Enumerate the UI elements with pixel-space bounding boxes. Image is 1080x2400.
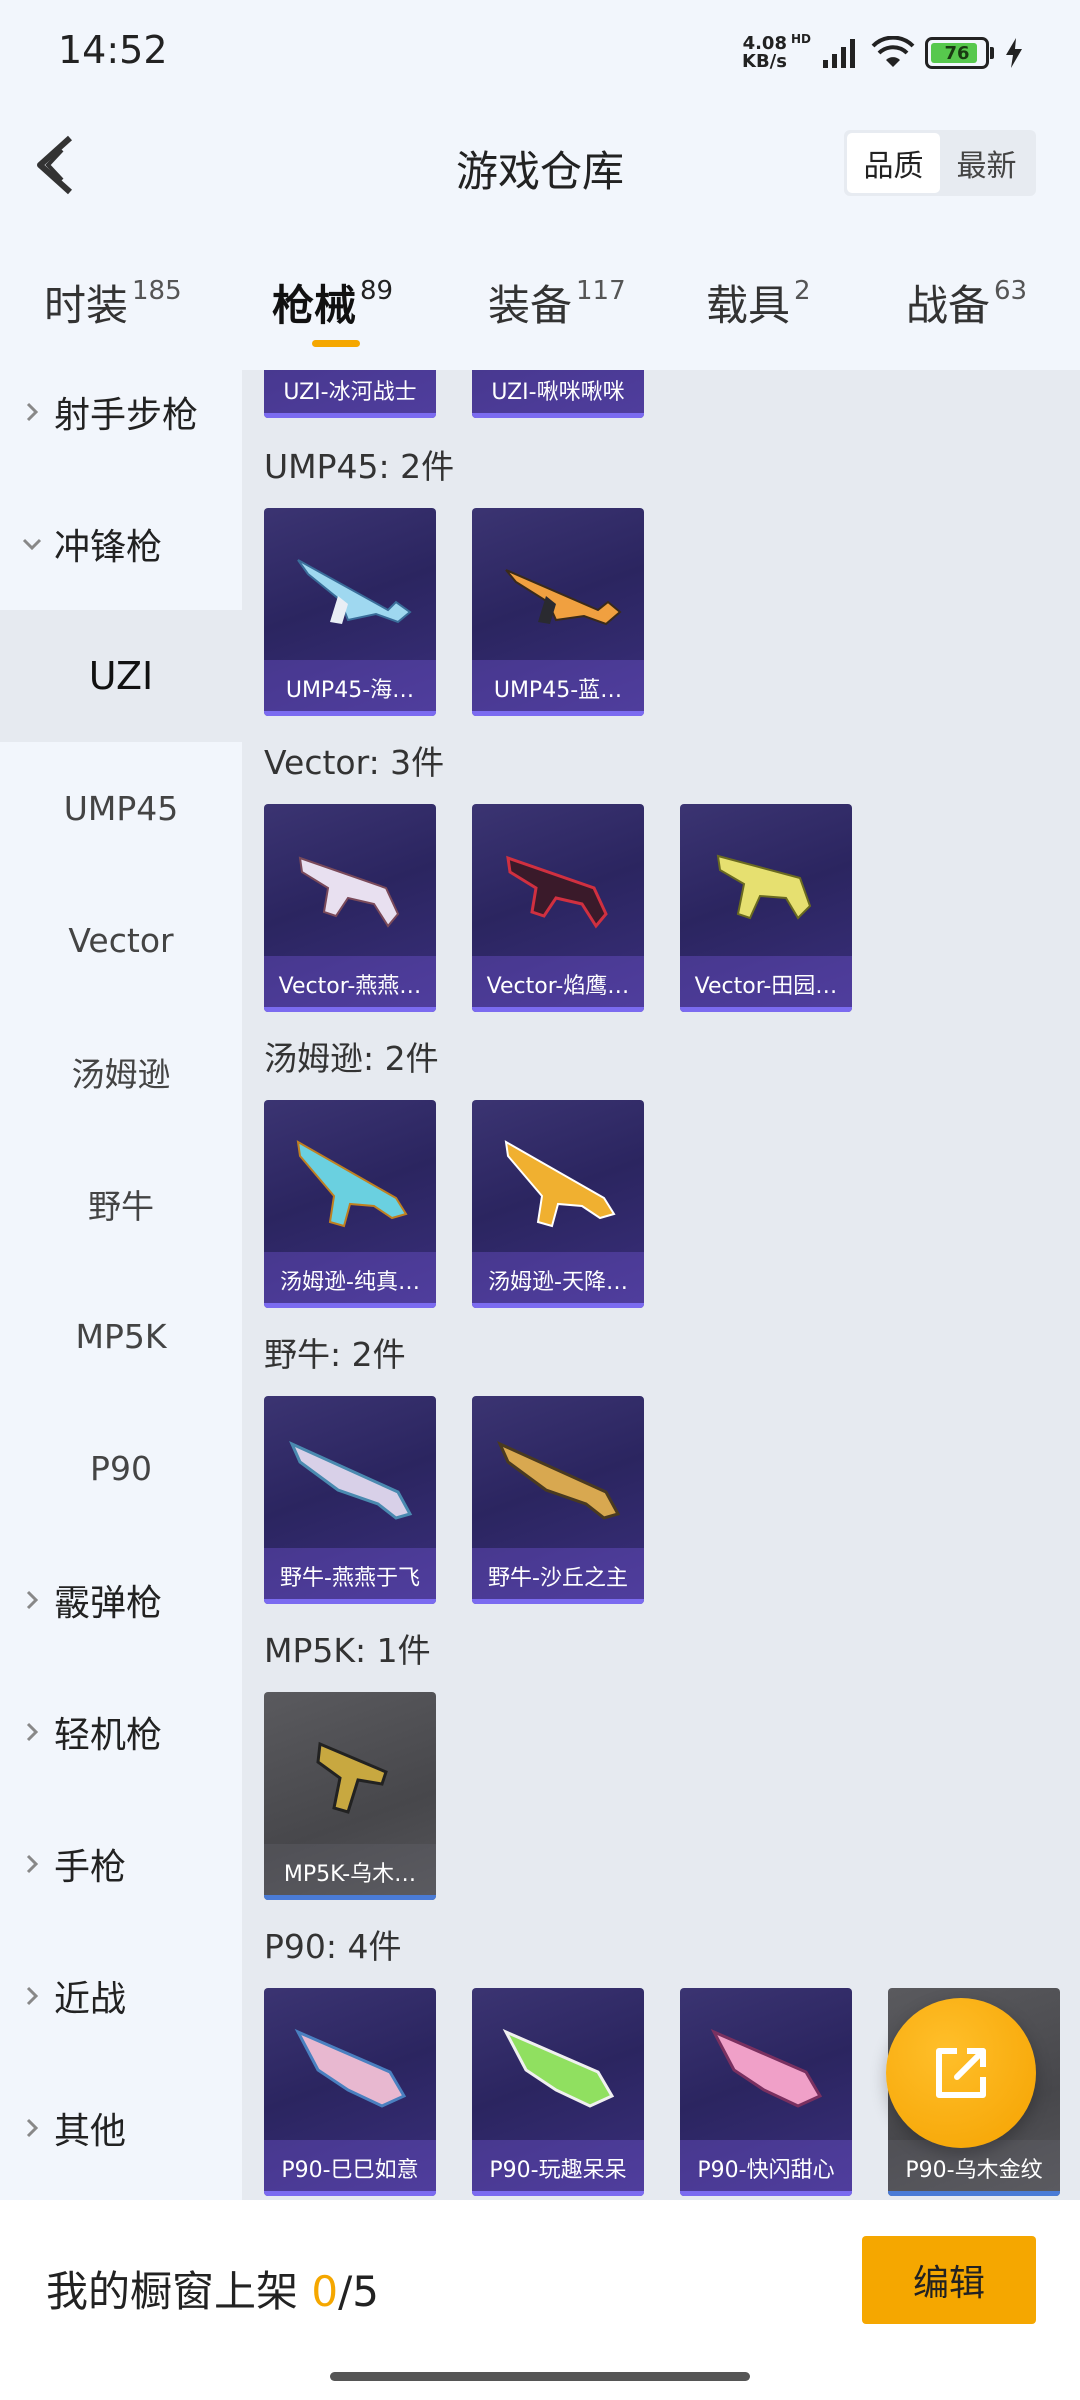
group-title: P90: 4件 — [264, 1927, 402, 1966]
group-title: MP5K: 1件 — [264, 1631, 431, 1670]
status-time: 14:52 — [58, 28, 168, 72]
weapon-card[interactable]: P90-巳巳如意 — [264, 1988, 436, 2196]
network-speed: 4.08 KB/s — [742, 33, 787, 72]
group-title: UMP45: 2件 — [264, 447, 455, 486]
weapon-card[interactable]: 汤姆逊-天降… — [472, 1100, 644, 1308]
tab-supplies[interactable]: 战备 63 — [906, 272, 1027, 333]
header: 游戏仓库 品质 最新 — [0, 100, 1080, 230]
chevron-right-icon — [26, 402, 39, 422]
group-title: 汤姆逊: 2件 — [264, 1039, 439, 1078]
smg-image-icon — [502, 2028, 615, 2108]
sort-toggle: 品质 最新 — [844, 130, 1036, 196]
chevron-right-icon — [26, 1986, 39, 2006]
sort-quality-button[interactable]: 品质 — [847, 133, 940, 193]
smg-image-icon — [296, 1140, 408, 1228]
weapon-card[interactable]: P90-玩趣呆呆 — [472, 1988, 644, 2196]
sort-newest-button[interactable]: 最新 — [940, 133, 1033, 193]
sidebar-item-thompson[interactable]: 汤姆逊 — [0, 1006, 242, 1138]
tab-fashion[interactable]: 时装 185 — [44, 272, 182, 333]
sidebar-item-melee[interactable]: 近战 — [0, 1930, 242, 2062]
group-title: 野牛: 2件 — [264, 1335, 406, 1374]
category-tabs: 时装 185 枪械 89 装备 117 载具 2 战备 63 — [0, 230, 1080, 370]
hd-label: HD — [790, 32, 811, 46]
share-button[interactable] — [886, 1998, 1036, 2148]
sidebar-item-lmg[interactable]: 轻机枪 — [0, 1666, 242, 1798]
sidebar-item-p90[interactable]: P90 — [0, 1402, 242, 1534]
smg-image-icon — [506, 855, 608, 929]
weapon-card[interactable]: MP5K-乌木… — [264, 1692, 436, 1900]
smg-image-icon — [497, 1441, 621, 1520]
weapon-grid: UZI-冰河战士 UZI-啾咪啾咪 UMP45: 2件 UMP45-海… UMP… — [242, 370, 1080, 2200]
weapon-card[interactable]: 野牛-燕燕于飞 — [264, 1396, 436, 1604]
weapon-card[interactable]: Vector-田园… — [680, 804, 852, 1012]
weapon-card[interactable]: P90-快闪甜心 — [680, 1988, 852, 2196]
signal-icon — [823, 39, 855, 68]
smg-image-icon — [294, 2028, 407, 2108]
weapon-card[interactable]: UMP45-蓝… — [472, 508, 644, 716]
tab-equipment[interactable]: 装备 117 — [488, 272, 626, 333]
chevron-down-icon — [22, 538, 42, 551]
smg-image-icon — [504, 1140, 616, 1228]
weapon-card[interactable]: 汤姆逊-纯真… — [264, 1100, 436, 1308]
smg-image-icon — [297, 559, 412, 624]
shelf-status: 我的橱窗上架 0/5 — [46, 2267, 379, 2316]
chevron-right-icon — [26, 1590, 39, 1610]
chevron-right-icon — [26, 1854, 39, 1874]
status-icons: 4.08 KB/s HD 76 — [737, 28, 1024, 78]
status-bar: 14:52 4.08 KB/s HD 76 — [0, 0, 1080, 100]
weapon-type-sidebar: 射手步枪 冲锋枪 UZI UMP45 Vector 汤姆逊 野牛 MP5K P9… — [0, 370, 242, 2200]
active-tab-indicator — [312, 340, 360, 347]
sidebar-item-pistol[interactable]: 手枪 — [0, 1798, 242, 1930]
sidebar-item-uzi[interactable]: UZI — [0, 610, 242, 742]
sidebar-item-marksman[interactable]: 射手步枪 — [0, 370, 242, 478]
weapon-card[interactable]: Vector-焰鹰… — [472, 804, 644, 1012]
sidebar-item-vector[interactable]: Vector — [0, 874, 242, 1006]
tab-vehicles[interactable]: 载具 2 — [706, 272, 811, 333]
battery-icon: 76 — [925, 37, 989, 69]
smg-image-icon — [289, 1441, 413, 1520]
chevron-right-icon — [26, 2118, 39, 2138]
smg-image-icon — [716, 854, 812, 920]
smg-image-icon — [505, 569, 622, 626]
tab-guns[interactable]: 枪械 89 — [272, 272, 393, 333]
weapon-card[interactable]: UZI-冰河战士 — [264, 370, 436, 418]
sidebar-item-mp5k[interactable]: MP5K — [0, 1270, 242, 1402]
weapon-card[interactable]: UMP45-海… — [264, 508, 436, 716]
weapon-card[interactable]: UZI-啾咪啾咪 — [472, 370, 644, 418]
smg-image-icon — [710, 2028, 823, 2108]
smg-image-icon — [298, 856, 400, 928]
group-title: Vector: 3件 — [264, 743, 445, 782]
home-indicator[interactable] — [330, 2372, 750, 2381]
wifi-icon — [871, 36, 915, 67]
weapon-card[interactable]: Vector-燕燕… — [264, 804, 436, 1012]
chevron-right-icon — [26, 1722, 39, 1742]
share-icon — [936, 2048, 986, 2098]
sidebar-item-other[interactable]: 其他 — [0, 2062, 242, 2194]
weapon-card[interactable]: 野牛-沙丘之主 — [472, 1396, 644, 1604]
sidebar-item-bizon[interactable]: 野牛 — [0, 1138, 242, 1270]
bottom-bar: 我的橱窗上架 0/5 编辑 — [0, 2200, 1080, 2400]
edit-button[interactable]: 编辑 — [862, 2236, 1036, 2324]
sidebar-item-ump45[interactable]: UMP45 — [0, 742, 242, 874]
sidebar-item-smg[interactable]: 冲锋枪 — [0, 478, 242, 610]
charging-icon — [1006, 38, 1022, 68]
sidebar-item-shotgun[interactable]: 霰弹枪 — [0, 1534, 242, 1666]
smg-image-icon — [316, 1741, 388, 1814]
